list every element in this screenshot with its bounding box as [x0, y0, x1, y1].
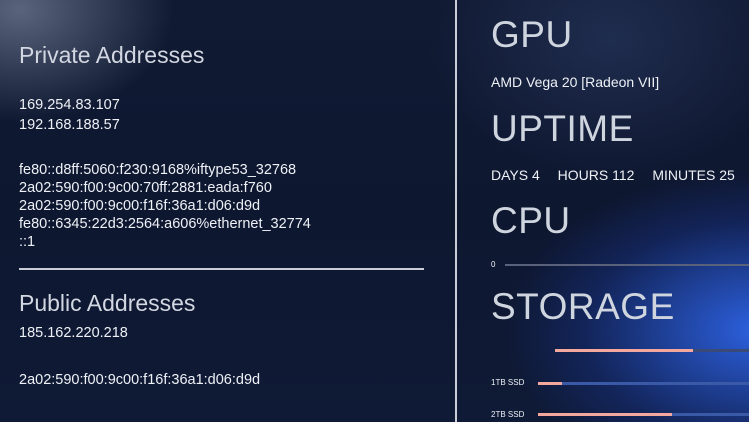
disk-fill-1 [538, 382, 563, 385]
disk-bar-2 [538, 413, 749, 416]
storage-overall-bar [555, 349, 749, 352]
private-ipv4-2: 192.168.188.57 [19, 117, 120, 133]
gpu-name: AMD Vega 20 [Radeon VII] [491, 74, 660, 90]
uptime-title: UPTIME [491, 108, 634, 149]
public-ipv4: 185.162.220.218 [19, 325, 128, 341]
storage-overall-fill [555, 349, 693, 352]
cpu-title: CPU [491, 200, 571, 241]
disk-bar-1 [538, 382, 749, 385]
system-panel: GPU AMD Vega 20 [Radeon VII] UPTIME DAYS… [458, 0, 749, 422]
private-ipv6-2: 2a02:590:f00:9c00:70ff:2881:eada:f760 [19, 180, 272, 196]
uptime-minutes: MINUTES 25 [652, 167, 735, 183]
public-ipv6: 2a02:590:f00:9c00:f16f:36a1:d06:d9d [19, 372, 261, 388]
section-divider [19, 268, 424, 270]
cpu-value-label: 0 [491, 260, 496, 269]
private-addresses-title: Private Addresses [19, 42, 205, 68]
uptime-hours: HOURS 112 [557, 167, 635, 183]
storage-title: STORAGE [491, 286, 675, 327]
cpu-load-bar [505, 264, 749, 266]
private-ipv6-4: fe80::6345:22d3:2564:a606%ethernet_32774 [19, 216, 311, 232]
private-ipv6-3: 2a02:590:f00:9c00:f16f:36a1:d06:d9d [19, 198, 261, 214]
panel-divider [455, 0, 457, 422]
uptime-days: DAYS 4 [491, 167, 540, 183]
network-panel: Private Addresses 169.254.83.107 192.168… [0, 0, 455, 422]
uptime-values: DAYS 4 HOURS 112 MINUTES 25 [491, 167, 749, 183]
public-addresses-title: Public Addresses [19, 290, 196, 316]
private-ipv4-1: 169.254.83.107 [19, 97, 120, 113]
private-ipv6-1: fe80::d8ff:5060:f230:9168%iftype53_32768 [19, 162, 297, 178]
gpu-title: GPU [491, 14, 573, 55]
disk-label-1: 1TB SSD [491, 378, 525, 387]
disk-fill-2 [538, 413, 673, 416]
disk-label-2: 2TB SSD [491, 410, 525, 419]
private-ipv6-5: ::1 [19, 234, 36, 250]
